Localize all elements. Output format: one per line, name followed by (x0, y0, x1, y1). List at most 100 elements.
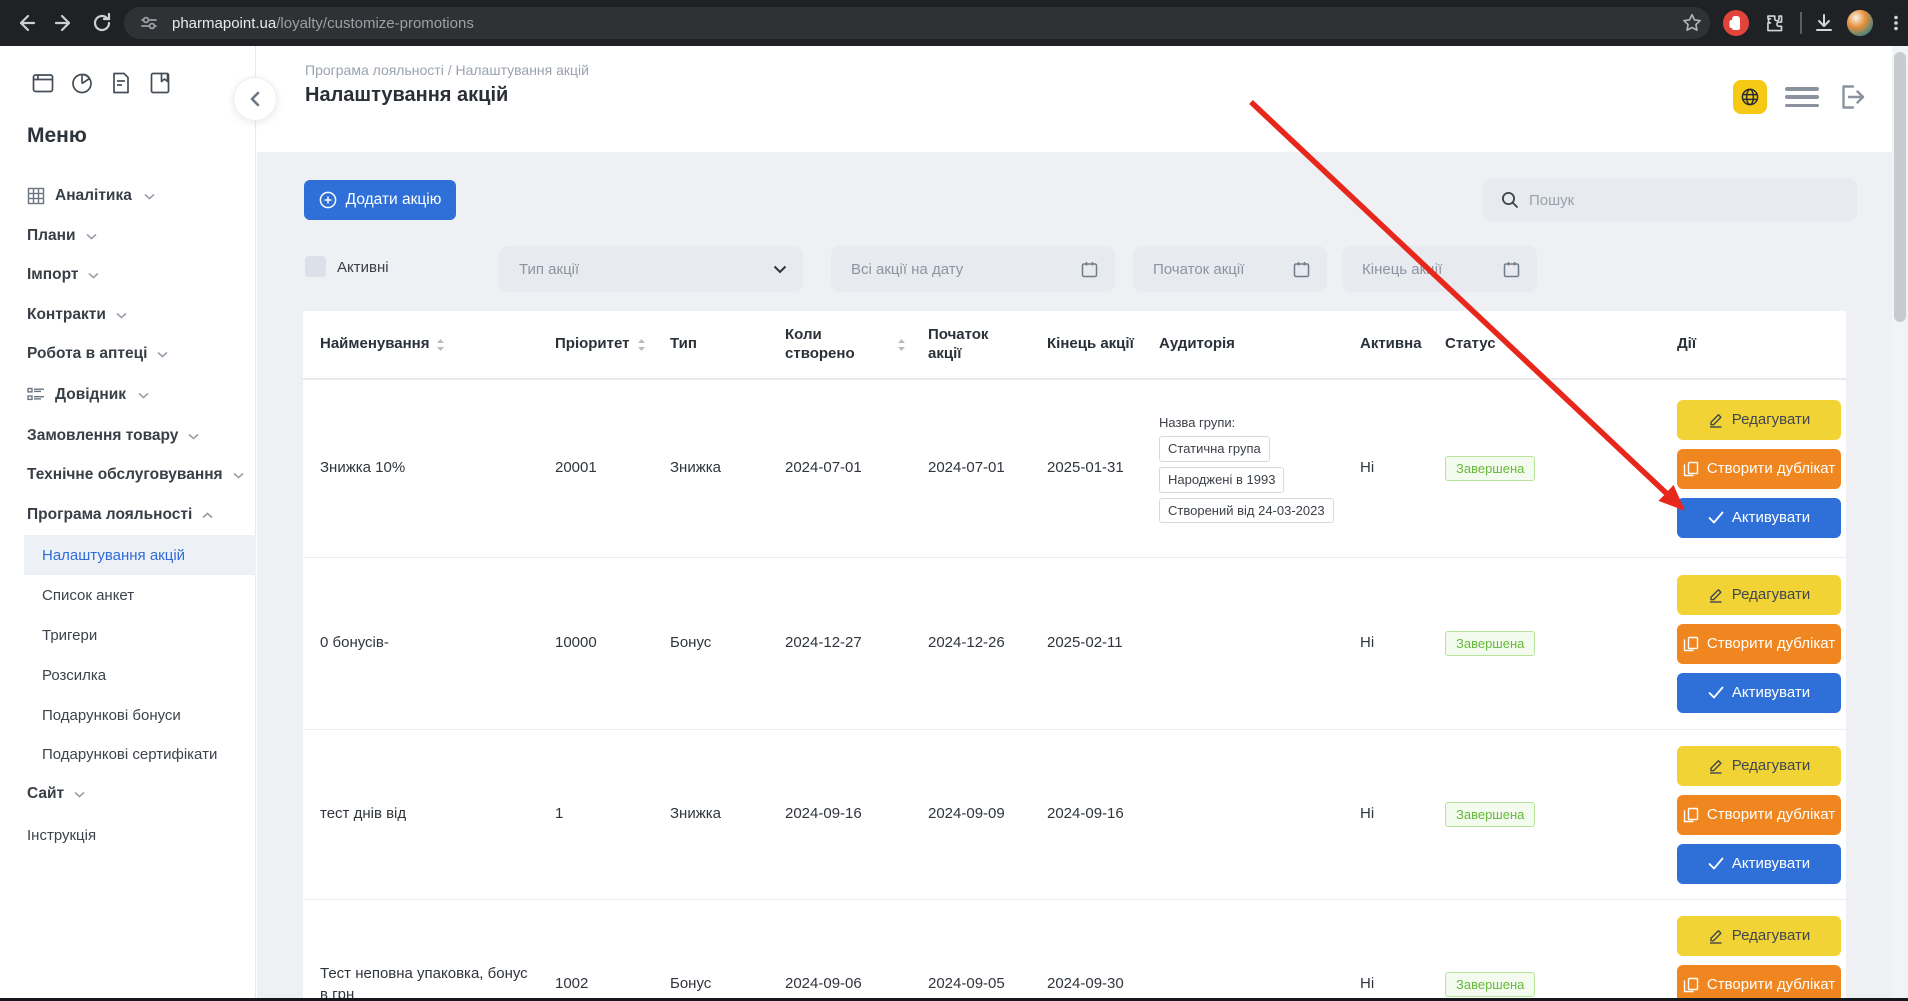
downloads-icon[interactable] (1810, 9, 1838, 37)
sort-icon[interactable] (637, 338, 646, 352)
activate-button[interactable]: Активувати (1677, 673, 1841, 713)
col-header-priority[interactable]: Пріоритет (555, 335, 670, 354)
scrollbar-thumb[interactable] (1894, 52, 1906, 322)
sidebar-item-import[interactable]: Імпорт (27, 264, 99, 286)
browser-toolbar: pharmapoint.ua/loyalty/customize-promoti… (0, 0, 1908, 46)
sidebar-subitem-mailing[interactable]: Розсилка (42, 664, 106, 686)
pie-chart-icon[interactable] (69, 70, 95, 96)
promo-audience: Назва групи: Статична група Народжені в … (1159, 414, 1360, 523)
address-bar[interactable]: pharmapoint.ua/loyalty/customize-promoti… (124, 7, 1710, 39)
logout-icon[interactable] (1837, 82, 1867, 112)
all-promos-date-picker[interactable]: Всі акції на дату (831, 246, 1115, 292)
sort-icon[interactable] (897, 338, 906, 352)
col-header-name[interactable]: Найменування (303, 335, 555, 354)
pencil-icon (1708, 412, 1724, 428)
chevron-down-icon (144, 193, 155, 200)
sidebar-subitem-promo-settings[interactable]: Налаштування акцій (42, 544, 185, 566)
bookmark-star-icon[interactable] (1678, 9, 1706, 37)
sidebar-subitem-gift-bonuses[interactable]: Подарункові бонуси (42, 704, 181, 726)
row-actions: Редагувати Створити дублікат Активувати (1677, 746, 1846, 884)
forward-icon[interactable] (50, 9, 78, 37)
profile-avatar[interactable] (1846, 9, 1874, 37)
duplicate-button[interactable]: Створити дублікат (1677, 795, 1841, 835)
sort-icon[interactable] (436, 338, 445, 352)
sidebar-item-instruction[interactable]: Інструкція (27, 824, 96, 846)
sidebar-item-loyalty-program[interactable]: Програма лояльності (27, 504, 213, 526)
promo-end-date-picker[interactable]: Кінець акції (1342, 246, 1537, 292)
back-icon[interactable] (12, 9, 40, 37)
status-badge: Завершена (1445, 456, 1535, 482)
sidebar-item-directory[interactable]: Довідник (27, 384, 149, 406)
copy-icon (1683, 977, 1699, 993)
duplicate-button[interactable]: Створити дублікат (1677, 624, 1841, 664)
site-settings-icon[interactable] (140, 14, 158, 32)
promo-start: 2024-07-01 (928, 458, 1047, 478)
sidebar-subitem-questionnaires[interactable]: Список анкет (42, 584, 134, 606)
sidebar-item-site[interactable]: Сайт (27, 783, 85, 805)
col-header-active: Активна (1360, 335, 1445, 354)
breadcrumb: Програма лояльності / Налаштування акцій (305, 62, 589, 78)
search-box[interactable] (1483, 178, 1857, 222)
edit-button[interactable]: Редагувати (1677, 916, 1841, 956)
reload-icon[interactable] (88, 9, 116, 37)
sidebar-item-pharmacy-work[interactable]: Робота в аптеці (27, 343, 168, 365)
browser-menu-icon[interactable] (1882, 9, 1908, 37)
promo-created: 2024-09-16 (785, 804, 928, 824)
promo-end: 2024-09-16 (1047, 804, 1159, 824)
activate-button[interactable]: Активувати (1677, 498, 1841, 538)
promo-start: 2024-12-26 (928, 633, 1047, 653)
main-content: Додати акцію Активні Тип акції Всі акції… (257, 152, 1892, 1001)
promo-type-select[interactable]: Тип акції (499, 246, 803, 292)
table-header-row: Найменування Пріоритет Тип Коли створено… (303, 311, 1846, 379)
edit-button[interactable]: Редагувати (1677, 746, 1841, 786)
row-actions: Редагувати Створити дублікат Активувати (1677, 400, 1846, 538)
promo-end: 2025-02-11 (1047, 633, 1159, 653)
promo-type: Знижка (670, 804, 785, 824)
extensions-puzzle-icon[interactable] (1760, 9, 1788, 37)
adblock-extension-icon[interactable] (1722, 9, 1750, 37)
edit-button[interactable]: Редагувати (1677, 575, 1841, 615)
sidebar-item-maintenance[interactable]: Технічне обслуговування (27, 464, 244, 486)
promo-created: 2024-09-06 (785, 974, 928, 994)
promo-start: 2024-09-05 (928, 974, 1047, 994)
sidebar-item-contracts[interactable]: Контракти (27, 304, 127, 326)
add-promotion-button[interactable]: Додати акцію (304, 180, 456, 220)
col-header-created[interactable]: Коли створено (785, 326, 928, 364)
status-badge: Завершена (1445, 802, 1535, 828)
active-filter-checkbox[interactable] (305, 256, 326, 277)
duplicate-button[interactable]: Створити дублікат (1677, 965, 1841, 1001)
promo-end: 2025-01-31 (1047, 458, 1159, 478)
sidebar-collapse-button[interactable] (233, 77, 277, 121)
promotions-table: Найменування Пріоритет Тип Коли створено… (303, 311, 1846, 1001)
row-actions: Редагувати Створити дублікат Активувати (1677, 575, 1846, 713)
sidebar-item-plans[interactable]: Плани (27, 225, 97, 247)
hamburger-menu-icon[interactable] (1785, 87, 1819, 107)
promo-name: Тест неповна упаковка, бонус в грн (303, 964, 555, 1001)
language-globe-button[interactable] (1733, 80, 1767, 114)
book-icon[interactable] (147, 70, 173, 96)
sidebar-item-goods-order[interactable]: Замовлення товару (27, 425, 199, 447)
sidebar-item-analytics[interactable]: Аналітика (27, 185, 155, 207)
toolbar-divider (1800, 12, 1802, 34)
promo-priority: 1 (555, 804, 670, 824)
archive-box-icon[interactable] (30, 70, 56, 96)
document-icon[interactable] (108, 70, 134, 96)
edit-button[interactable]: Редагувати (1677, 400, 1841, 440)
duplicate-button[interactable]: Створити дублікат (1677, 449, 1841, 489)
chevron-down-icon (116, 312, 127, 319)
promo-priority: 1002 (555, 974, 670, 994)
sidebar-subitem-gift-certificates[interactable]: Подарункові сертифікати (42, 743, 217, 765)
promo-active: Ні (1360, 974, 1445, 994)
activate-button[interactable]: Активувати (1677, 844, 1841, 884)
col-header-type: Тип (670, 335, 785, 354)
calendar-icon (1080, 260, 1099, 279)
promo-end: 2024-09-30 (1047, 974, 1159, 994)
search-input[interactable] (1529, 192, 1809, 209)
page-scrollbar[interactable] (1892, 46, 1908, 1001)
sidebar-quick-icons (30, 70, 173, 96)
sidebar-subitem-triggers[interactable]: Тригери (42, 624, 97, 646)
promo-name: 0 бонусів- (303, 633, 555, 653)
promo-status: Завершена (1445, 456, 1677, 482)
grid-icon (27, 187, 45, 205)
promo-start-date-picker[interactable]: Початок акції (1133, 246, 1327, 292)
